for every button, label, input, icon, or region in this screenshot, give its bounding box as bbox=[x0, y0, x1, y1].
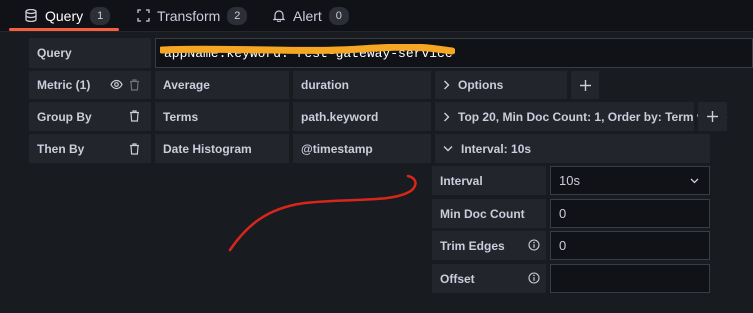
trim-edges-value: 0 bbox=[559, 238, 567, 253]
add-group-by-button[interactable] bbox=[698, 102, 727, 131]
metric-options-toggle[interactable]: Options bbox=[435, 71, 567, 99]
then-by-summary: Interval: 10s bbox=[461, 141, 532, 156]
group-by-label-text: Group By bbox=[37, 109, 92, 124]
tab-query-count: 1 bbox=[90, 6, 111, 25]
query-tabs: Query 1 Transform 2 Alert 0 bbox=[0, 0, 753, 31]
min-doc-count-label: Min Doc Count bbox=[432, 199, 546, 228]
bell-icon bbox=[272, 9, 286, 23]
group-by-field-select[interactable]: path.keyword bbox=[293, 102, 431, 131]
query-label: Query bbox=[29, 38, 151, 68]
plus-icon bbox=[579, 79, 591, 91]
interval-value: 10s bbox=[559, 173, 580, 188]
group-by-type-select[interactable]: Terms bbox=[155, 102, 289, 131]
tab-transform[interactable]: Transform 2 bbox=[136, 0, 248, 31]
chevron-right-icon bbox=[443, 112, 450, 122]
chevron-down-icon bbox=[690, 178, 699, 184]
tab-transform-label: Transform bbox=[157, 7, 221, 24]
tab-alert-count: 0 bbox=[328, 6, 349, 25]
trash-icon[interactable] bbox=[129, 78, 140, 91]
metric-type-select[interactable]: Average bbox=[155, 71, 289, 99]
then-by-field-select[interactable]: @timestamp bbox=[293, 134, 431, 163]
tab-alert-label: Alert bbox=[293, 7, 322, 24]
min-doc-count-value: 0 bbox=[559, 206, 567, 221]
query-input[interactable]: appName:keyword: rest-gateway-service bbox=[155, 38, 753, 68]
metric-options-label: Options bbox=[458, 78, 504, 92]
then-by-settings-toggle[interactable]: Interval: 10s bbox=[435, 134, 710, 163]
trim-edges-label-text: Trim Edges bbox=[440, 238, 505, 253]
add-metric-button[interactable] bbox=[571, 71, 599, 99]
tab-alert[interactable]: Alert 0 bbox=[272, 0, 349, 31]
transform-icon bbox=[136, 9, 150, 23]
plus-icon bbox=[707, 111, 718, 122]
tab-query[interactable]: Query 1 bbox=[24, 0, 111, 31]
group-by-summary: Top 20, Min Doc Count: 1, Order by: Term… bbox=[458, 109, 728, 124]
chevron-down-icon bbox=[443, 145, 453, 152]
tab-query-label: Query bbox=[45, 7, 84, 24]
metric-actions bbox=[110, 78, 140, 91]
eye-icon[interactable] bbox=[110, 78, 123, 91]
interval-label: Interval bbox=[432, 166, 546, 195]
then-by-label-text: Then By bbox=[37, 141, 85, 156]
database-icon bbox=[24, 9, 38, 23]
metric-field-select[interactable]: duration bbox=[293, 71, 431, 99]
interval-select[interactable]: 10s bbox=[550, 166, 710, 195]
trim-edges-input[interactable]: 0 bbox=[550, 231, 710, 260]
tab-transform-count: 2 bbox=[227, 6, 248, 25]
chevron-right-icon bbox=[443, 80, 450, 90]
trash-icon[interactable] bbox=[129, 110, 140, 122]
metric-label-text: Metric (1) bbox=[37, 78, 91, 92]
query-value: appName:keyword: rest-gateway-service bbox=[164, 45, 453, 61]
group-by-settings-toggle[interactable]: Top 20, Min Doc Count: 1, Order by: Term… bbox=[435, 102, 728, 131]
info-icon[interactable] bbox=[528, 239, 540, 251]
offset-label-text: Offset bbox=[440, 271, 475, 286]
min-doc-count-input[interactable]: 0 bbox=[550, 199, 710, 228]
then-by-type-select[interactable]: Date Histogram bbox=[155, 134, 289, 163]
info-icon[interactable] bbox=[528, 272, 540, 284]
trash-icon[interactable] bbox=[129, 143, 140, 155]
offset-input[interactable] bbox=[550, 264, 710, 293]
